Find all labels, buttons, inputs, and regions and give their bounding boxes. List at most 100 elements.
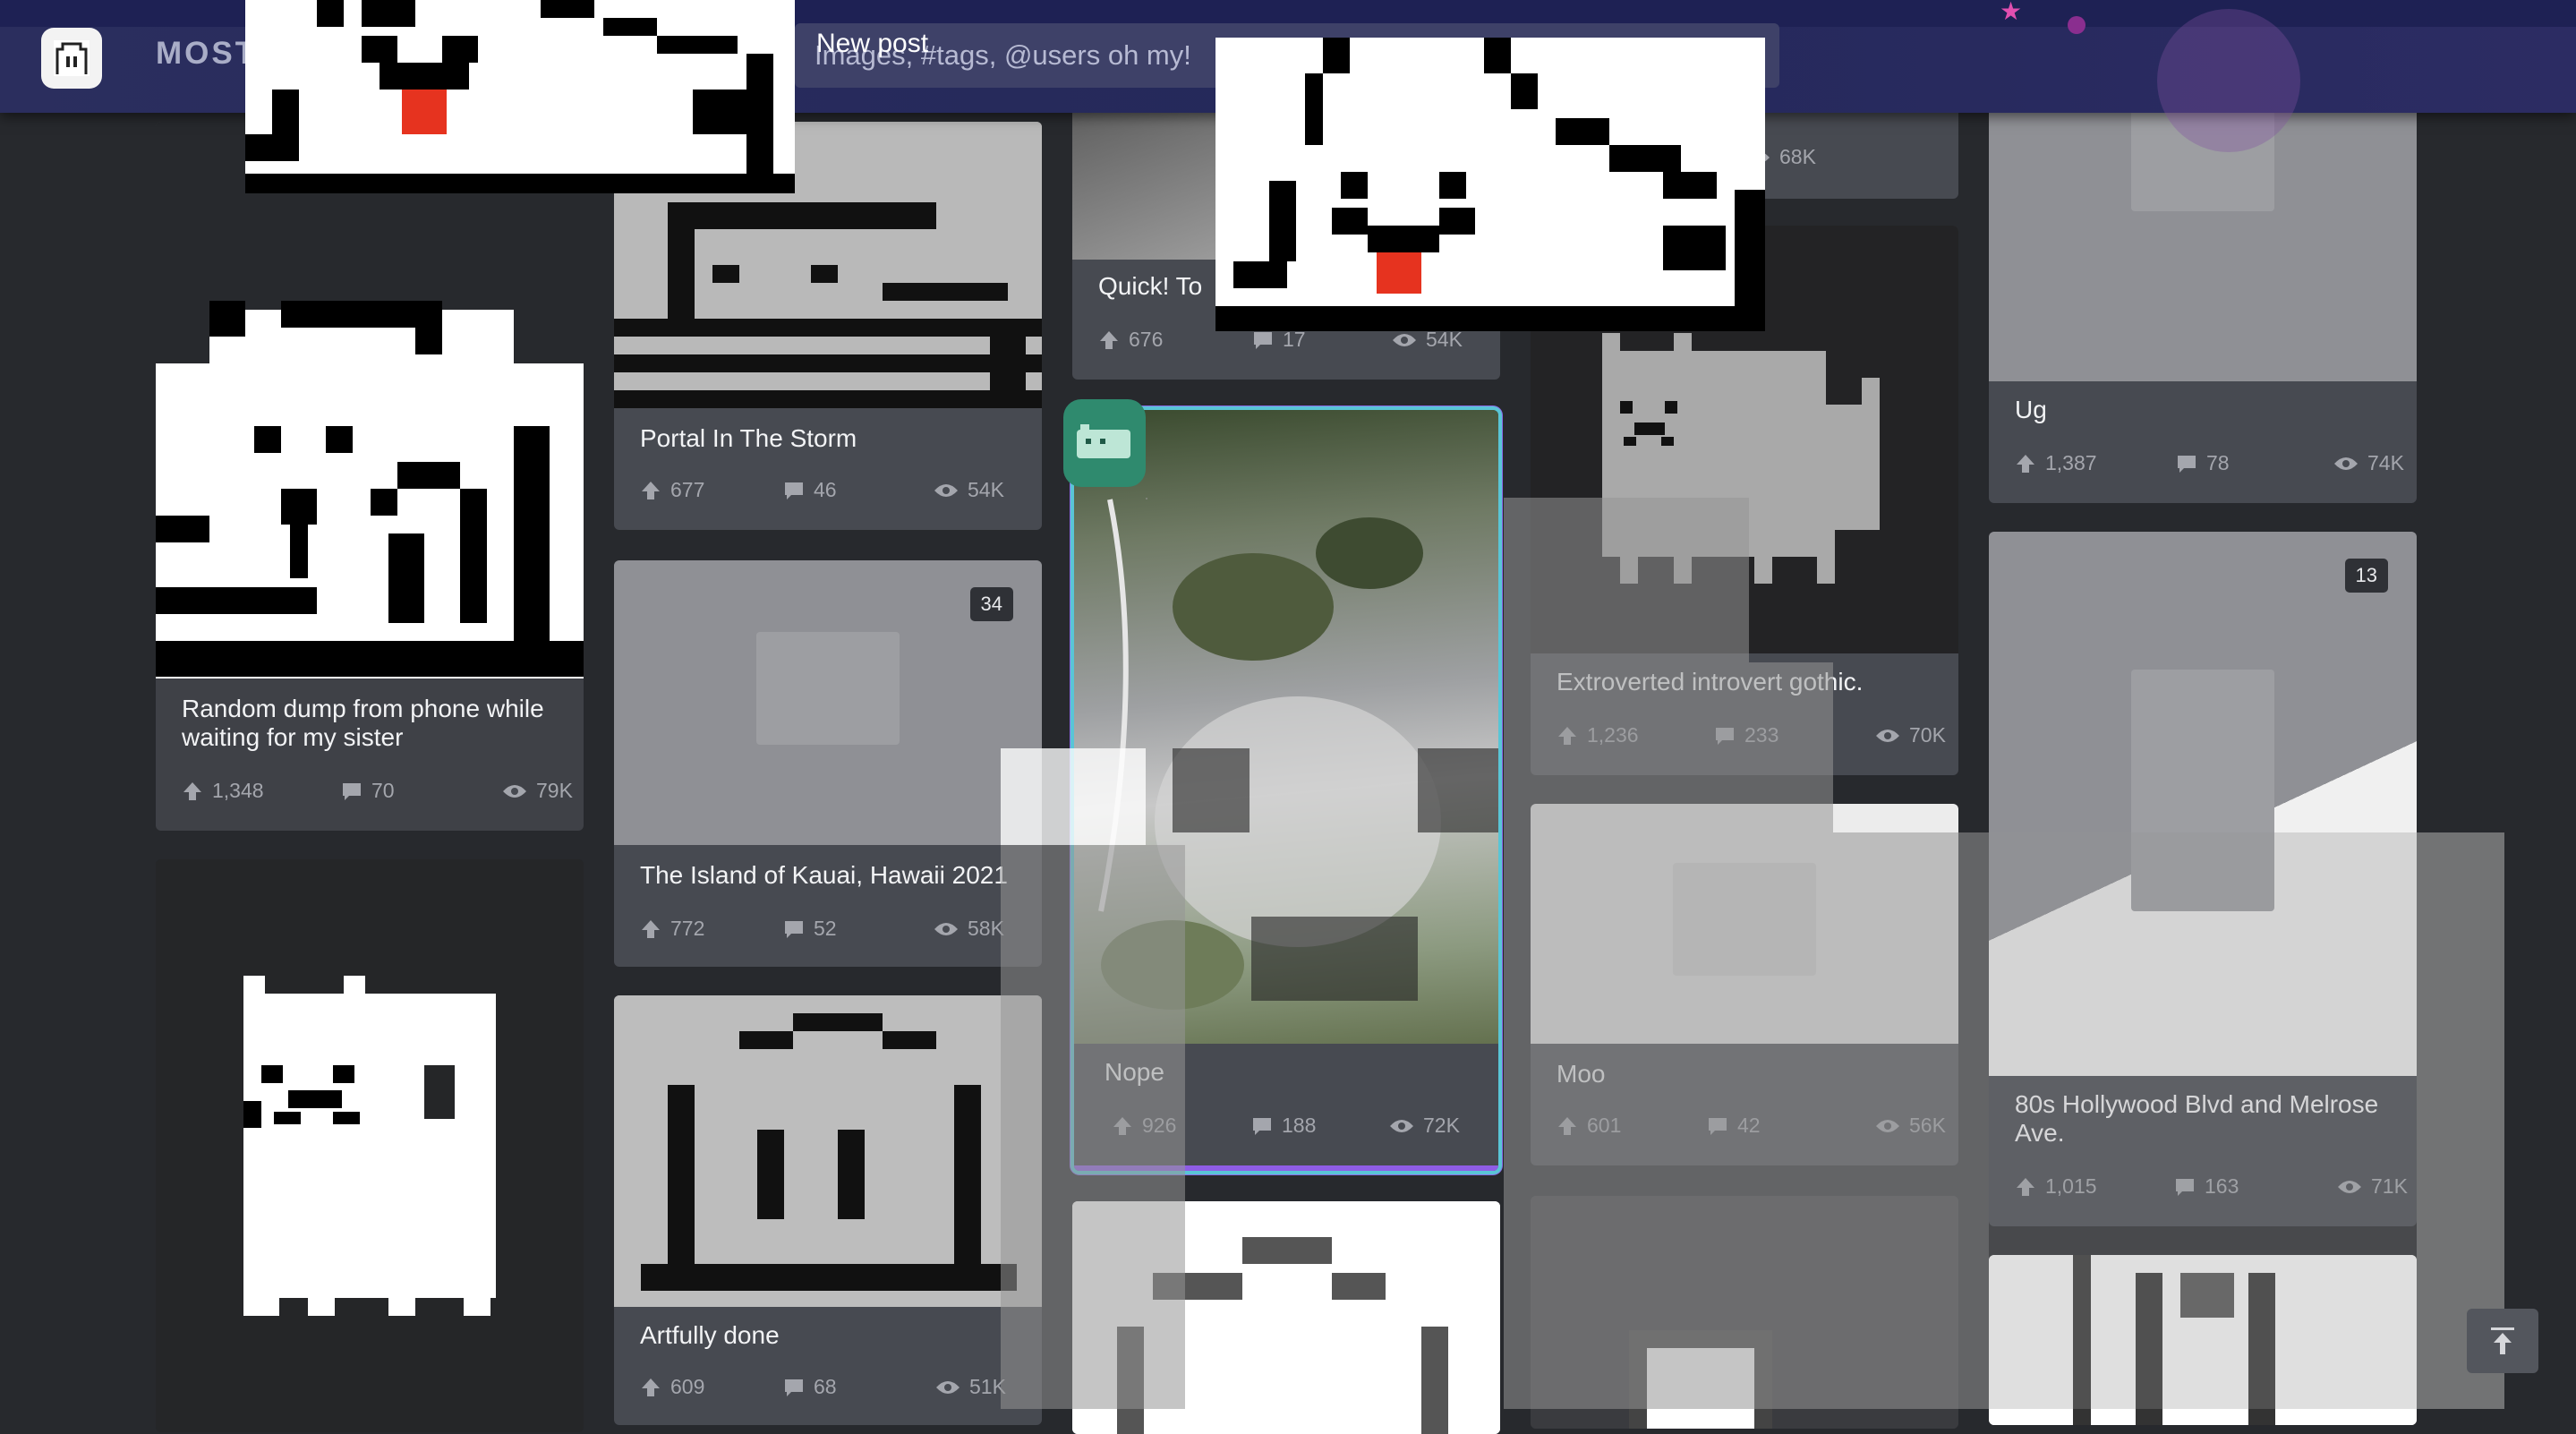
views-stat: 74K (2333, 451, 2404, 475)
comment-stat[interactable]: 68 (783, 1375, 837, 1399)
comment-stat[interactable]: 163 (2174, 1174, 2239, 1199)
post-thumbnail[interactable]: 34 (614, 560, 1042, 845)
views-stat: 71K (2337, 1174, 2408, 1199)
brand-title[interactable]: MOST (156, 36, 257, 72)
post-card[interactable]: Artfully done 609 68 51K (614, 995, 1042, 1425)
comment-stat[interactable]: 17 (1252, 328, 1306, 352)
post-card[interactable]: Ug 1,387 78 74K (1989, 98, 2417, 503)
views-count: 51K (969, 1375, 1006, 1398)
eye-icon (1876, 729, 1899, 742)
post-title[interactable]: Moo (1557, 1060, 1941, 1088)
post-thumbnail[interactable] (614, 995, 1042, 1307)
views-stat: 58K (934, 917, 1004, 941)
decorative-dot (2068, 16, 2086, 34)
comment-count: 233 (1744, 723, 1779, 747)
eye-icon (2334, 457, 2358, 470)
comment-stat[interactable]: 52 (783, 917, 837, 941)
upvote-stat[interactable]: 1,236 (1557, 723, 1639, 747)
views-stat: 79K (502, 779, 573, 803)
post-stats: 676 17 54K (1098, 328, 1483, 354)
comment-stat[interactable]: 78 (2176, 451, 2230, 475)
comment-stat[interactable]: 188 (1251, 1114, 1316, 1138)
views-count: 54K (968, 478, 1004, 501)
upvote-stat[interactable]: 926 (1112, 1114, 1176, 1138)
post-title[interactable]: Ug (2015, 396, 2400, 424)
arrow-up-icon (642, 481, 660, 499)
arrow-up-icon (1558, 1116, 1576, 1135)
post-card[interactable] (1072, 1201, 1500, 1434)
arrow-up-icon (2017, 1177, 2034, 1196)
post-card[interactable]: Moo 601 42 56K (1531, 804, 1958, 1165)
arrow-to-top-icon (2491, 1327, 2514, 1354)
upvote-stat[interactable]: 677 (640, 478, 704, 502)
dragged-image-preview[interactable] (1215, 38, 1765, 331)
views-count: 54K (1426, 328, 1463, 351)
post-stats: 1,015 163 71K (2015, 1174, 2408, 1201)
post-card[interactable] (1989, 1255, 2417, 1425)
post-card[interactable]: 13 80s Hollywood Blvd and Melrose Ave. 1… (1989, 532, 2417, 1226)
arrow-up-icon (642, 919, 660, 938)
post-title[interactable]: Artfully done (640, 1321, 1025, 1350)
post-thumbnail[interactable] (1531, 804, 1958, 1044)
post-thumbnail[interactable] (156, 122, 584, 679)
post-title[interactable]: 80s Hollywood Blvd and Melrose Ave. (2015, 1090, 2400, 1148)
upvote-count: 609 (670, 1375, 705, 1398)
views-stat: 56K (1875, 1114, 1946, 1138)
comment-count: 42 (1737, 1114, 1761, 1137)
upvote-stat[interactable]: 601 (1557, 1114, 1621, 1138)
post-stats: 677 46 54K (640, 478, 1025, 505)
post-stats: 926 188 72K (1112, 1114, 1497, 1140)
image-count-badge: 34 (969, 587, 1013, 621)
scroll-to-top-button[interactable] (2467, 1309, 2538, 1373)
post-card[interactable]: Random dump from phone while waiting for… (156, 122, 584, 831)
post-stats: 1,236 233 70K (1557, 723, 1946, 750)
comment-count: 188 (1282, 1114, 1317, 1137)
comment-icon (785, 920, 803, 938)
comment-stat[interactable]: 233 (1714, 723, 1778, 747)
post-card[interactable]: 34 The Island of Kauai, Hawaii 2021 772 … (614, 560, 1042, 967)
post-stats: 609 68 51K (640, 1375, 1025, 1402)
dog-pixel-art-image (1117, 1237, 1448, 1434)
post-thumbnail[interactable] (156, 859, 584, 1432)
dragged-image-preview[interactable] (245, 0, 795, 193)
upvote-stat[interactable]: 772 (640, 917, 704, 941)
post-title[interactable]: Portal In The Storm (640, 424, 1025, 453)
eye-icon (934, 483, 958, 497)
comment-stat[interactable]: 42 (1707, 1114, 1761, 1138)
eye-icon (503, 784, 526, 798)
post-thumbnail[interactable] (1072, 1201, 1500, 1434)
views-stat: 70K (1875, 723, 1946, 747)
post-title[interactable]: Extroverted introvert gothic. (1557, 668, 1941, 696)
comment-stat[interactable]: 70 (341, 779, 395, 803)
post-title[interactable]: Random dump from phone while waiting for… (182, 695, 567, 752)
post-title[interactable]: The Island of Kauai, Hawaii 2021 (640, 861, 1025, 890)
upvote-stat[interactable]: 1,387 (2015, 451, 2097, 475)
comment-icon (1716, 727, 1734, 745)
new-post-button[interactable]: New post (816, 29, 928, 59)
upvote-count: 676 (1129, 328, 1164, 351)
upvote-stat[interactable]: 609 (640, 1375, 704, 1399)
post-thumbnail[interactable] (1074, 410, 1498, 1044)
dog-pixel-art-image (614, 995, 1042, 1307)
views-count: 70K (1909, 723, 1946, 747)
post-thumbnail[interactable] (1531, 1196, 1958, 1429)
post-card[interactable] (1531, 1196, 1958, 1429)
upvote-stat[interactable]: 1,015 (2015, 1174, 2097, 1199)
user-avatar[interactable] (1063, 399, 1146, 487)
post-card[interactable] (156, 859, 584, 1432)
post-stats: 1,387 78 74K (2015, 451, 2404, 478)
post-stats: 68K (1745, 145, 1924, 172)
post-thumbnail[interactable] (1989, 1255, 2417, 1425)
upvote-stat[interactable]: 1,348 (182, 779, 264, 803)
post-stats: 601 42 56K (1557, 1114, 1946, 1140)
comment-stat[interactable]: 46 (783, 478, 837, 502)
views-stat: 72K (1389, 1114, 1460, 1138)
post-thumbnail[interactable]: 13 (1989, 532, 2417, 1076)
dog-pixel-art-image (1215, 38, 1765, 331)
site-logo[interactable] (41, 28, 102, 89)
upvote-stat[interactable]: 676 (1098, 328, 1163, 352)
arrow-up-icon (183, 781, 201, 800)
post-card-selected[interactable]: Nope 926 188 72K (1074, 410, 1498, 1171)
upvote-count: 677 (670, 478, 705, 501)
post-title[interactable]: Nope (1105, 1058, 1489, 1087)
